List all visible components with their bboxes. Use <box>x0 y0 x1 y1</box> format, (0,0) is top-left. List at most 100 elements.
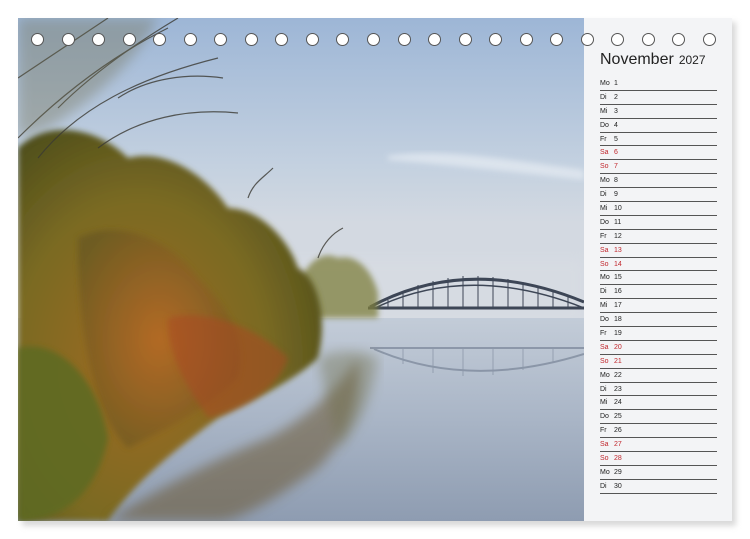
day-number: 19 <box>614 330 622 338</box>
day-row: Do 25 <box>600 410 717 425</box>
calendar-panel: November 2027 Mo 1 Di 2 Mi 3 Do 4 Fr 5 Sa 6 So 7 Mo 8 Di 9… <box>584 18 732 521</box>
binding-hole <box>641 33 655 46</box>
day-number: 20 <box>614 343 622 351</box>
day-row: Di 30 <box>600 480 717 494</box>
day-number: 18 <box>614 316 622 324</box>
weekday-label: Do <box>600 218 609 226</box>
weekday-label: Di <box>600 191 607 199</box>
weekday-label: Fr <box>600 232 607 240</box>
day-row: Fr 5 <box>600 133 717 147</box>
day-row: Fr 26 <box>600 424 717 439</box>
day-number: 16 <box>614 288 622 296</box>
day-number: 22 <box>614 371 622 379</box>
binding-hole <box>92 33 106 46</box>
weekday-label: Sa <box>600 149 609 157</box>
day-number: 1 <box>614 80 618 87</box>
weekday-label: Mo <box>600 177 610 185</box>
weekday-label: Sa <box>600 343 609 351</box>
binding-hole <box>275 33 289 46</box>
day-row: So 7 <box>600 160 717 175</box>
day-number: 8 <box>614 177 618 185</box>
day-row: Mo 8 <box>600 174 717 189</box>
binding-hole <box>428 33 442 46</box>
weekday-label: Mo <box>600 80 610 87</box>
day-number: 27 <box>614 441 622 449</box>
day-row: Sa 6 <box>600 146 717 161</box>
day-row: Mo 1 <box>600 77 717 91</box>
day-row: Mi 3 <box>600 105 717 119</box>
day-row: Mo 29 <box>600 466 717 480</box>
weekday-label: Mi <box>600 205 608 213</box>
binding-hole <box>397 33 411 46</box>
weekday-label: Do <box>600 316 609 324</box>
day-number: 21 <box>614 357 622 365</box>
day-row: Do 18 <box>600 313 717 328</box>
weekday-label: Mo <box>600 468 610 476</box>
binding-hole <box>367 33 380 46</box>
day-row: So 28 <box>600 452 717 466</box>
day-number: 6 <box>614 149 618 157</box>
day-number: 3 <box>614 107 618 115</box>
binding-hole <box>183 33 197 46</box>
weekday-label: Do <box>600 413 609 421</box>
river-bridge-photo <box>18 18 584 521</box>
weekday-label: Fr <box>600 427 607 435</box>
day-number: 4 <box>614 121 618 129</box>
day-row: Mi 17 <box>600 299 717 314</box>
month-name: November <box>600 51 674 68</box>
day-row: Mo 22 <box>600 369 717 383</box>
weekday-label: Mi <box>600 302 608 310</box>
day-number: 24 <box>614 399 622 407</box>
day-number: 12 <box>614 232 622 240</box>
weekday-label: So <box>600 260 609 268</box>
day-number: 25 <box>614 413 622 421</box>
binding-hole <box>336 33 350 46</box>
day-row: Fr 12 <box>600 230 717 244</box>
day-row: Di 23 <box>600 383 717 397</box>
day-number: 29 <box>614 468 622 476</box>
day-row: Do 11 <box>600 216 717 230</box>
day-row: Sa 20 <box>600 341 717 355</box>
binding-hole <box>458 33 472 46</box>
day-number: 14 <box>614 260 622 268</box>
day-row: Sa 13 <box>600 244 717 258</box>
weekday-label: Di <box>600 93 607 101</box>
weekday-label: So <box>600 163 609 171</box>
day-row: Do 4 <box>600 119 717 133</box>
day-row: So 14 <box>600 258 717 272</box>
binding-hole <box>703 33 716 46</box>
day-row: Di 9 <box>600 188 717 203</box>
weekday-label: Mo <box>600 274 610 282</box>
binding-hole <box>61 33 75 46</box>
day-row: Di 16 <box>600 285 717 300</box>
weekday-label: Do <box>600 121 609 129</box>
spiral-binding-holes <box>31 33 717 47</box>
month-title: November 2027 <box>600 51 706 69</box>
binding-hole <box>305 33 319 46</box>
binding-hole <box>519 33 533 46</box>
calendar-page: November 2027 Mo 1 Di 2 Mi 3 Do 4 Fr 5 Sa 6 So 7 Mo 8 Di 9… <box>18 18 732 521</box>
day-row: Mi 10 <box>600 202 717 216</box>
weekday-label: So <box>600 357 609 365</box>
year: 2027 <box>678 53 706 67</box>
binding-hole <box>672 33 686 46</box>
weekday-label: Fr <box>600 135 607 143</box>
day-row: Fr 19 <box>600 327 717 341</box>
day-row: Mo 15 <box>600 271 717 286</box>
weekday-label: Di <box>600 288 607 296</box>
day-number: 17 <box>614 302 622 310</box>
day-row: So 21 <box>600 355 717 369</box>
day-list: Mo 1 Di 2 Mi 3 Do 4 Fr 5 Sa 6 So 7 Mo 8 Di 9 Mi 10 Do 11 Fr 12 S… <box>600 77 717 494</box>
day-row: Di 2 <box>600 91 717 105</box>
day-row: Sa 27 <box>600 438 717 453</box>
binding-hole <box>244 33 258 46</box>
day-number: 23 <box>614 385 622 393</box>
binding-hole <box>489 33 503 46</box>
weekday-label: Mi <box>600 399 608 407</box>
day-number: 15 <box>614 274 622 282</box>
weekday-label: Sa <box>600 441 609 449</box>
weekday-label: Di <box>600 385 607 393</box>
day-number: 30 <box>614 482 622 490</box>
day-number: 28 <box>614 455 622 463</box>
day-number: 11 <box>614 218 622 226</box>
